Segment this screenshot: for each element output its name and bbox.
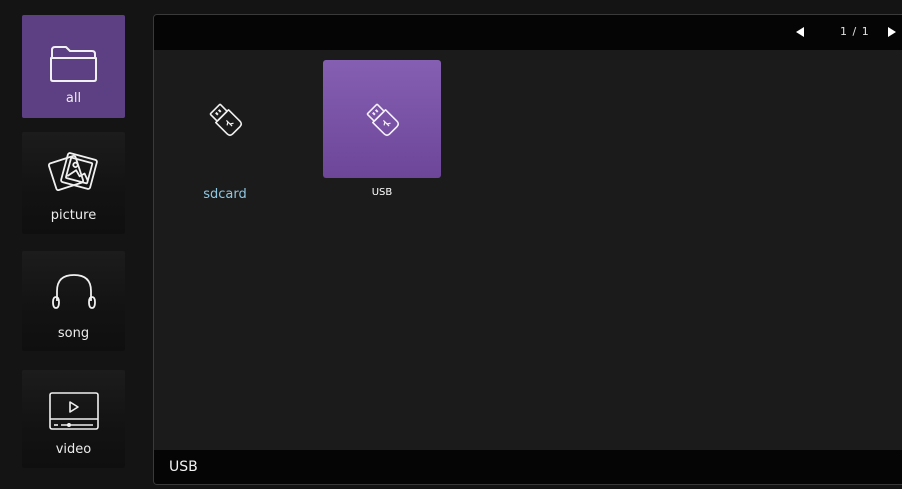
triangle-left-icon[interactable]	[796, 27, 804, 37]
headphones-icon	[22, 265, 125, 319]
picture-icon	[22, 146, 125, 200]
sidebar-item-label: video	[55, 442, 92, 457]
path-bar: USB	[154, 450, 902, 484]
content-panel: 1 / 1 sdcard USB USB	[153, 14, 902, 485]
usb-stick-icon	[166, 98, 284, 140]
device-label-sdcard: sdcard	[203, 187, 247, 202]
sidebar-item-song[interactable]: song	[22, 251, 125, 351]
sidebar-item-all[interactable]: all	[22, 15, 125, 118]
triangle-right-icon[interactable]	[888, 27, 896, 37]
file-browser-screen: all picture song video 1 / 1 sdcard USB …	[0, 0, 902, 489]
sidebar-item-video[interactable]: video	[22, 370, 125, 468]
page-indicator: 1 / 1	[840, 25, 870, 38]
sidebar-item-picture[interactable]: picture	[22, 132, 125, 234]
current-path: USB	[169, 459, 198, 475]
sidebar-item-label: song	[57, 326, 90, 341]
device-tile-usb[interactable]	[323, 60, 441, 178]
video-icon	[22, 384, 125, 438]
sidebar-item-label: picture	[50, 208, 97, 223]
folder-icon	[22, 37, 125, 91]
usb-stick-icon	[323, 98, 441, 140]
device-label-usb: USB	[371, 187, 393, 198]
sidebar-item-label: all	[65, 91, 82, 106]
device-tile-sdcard[interactable]	[166, 60, 284, 178]
pagination-bar: 1 / 1	[154, 15, 902, 50]
